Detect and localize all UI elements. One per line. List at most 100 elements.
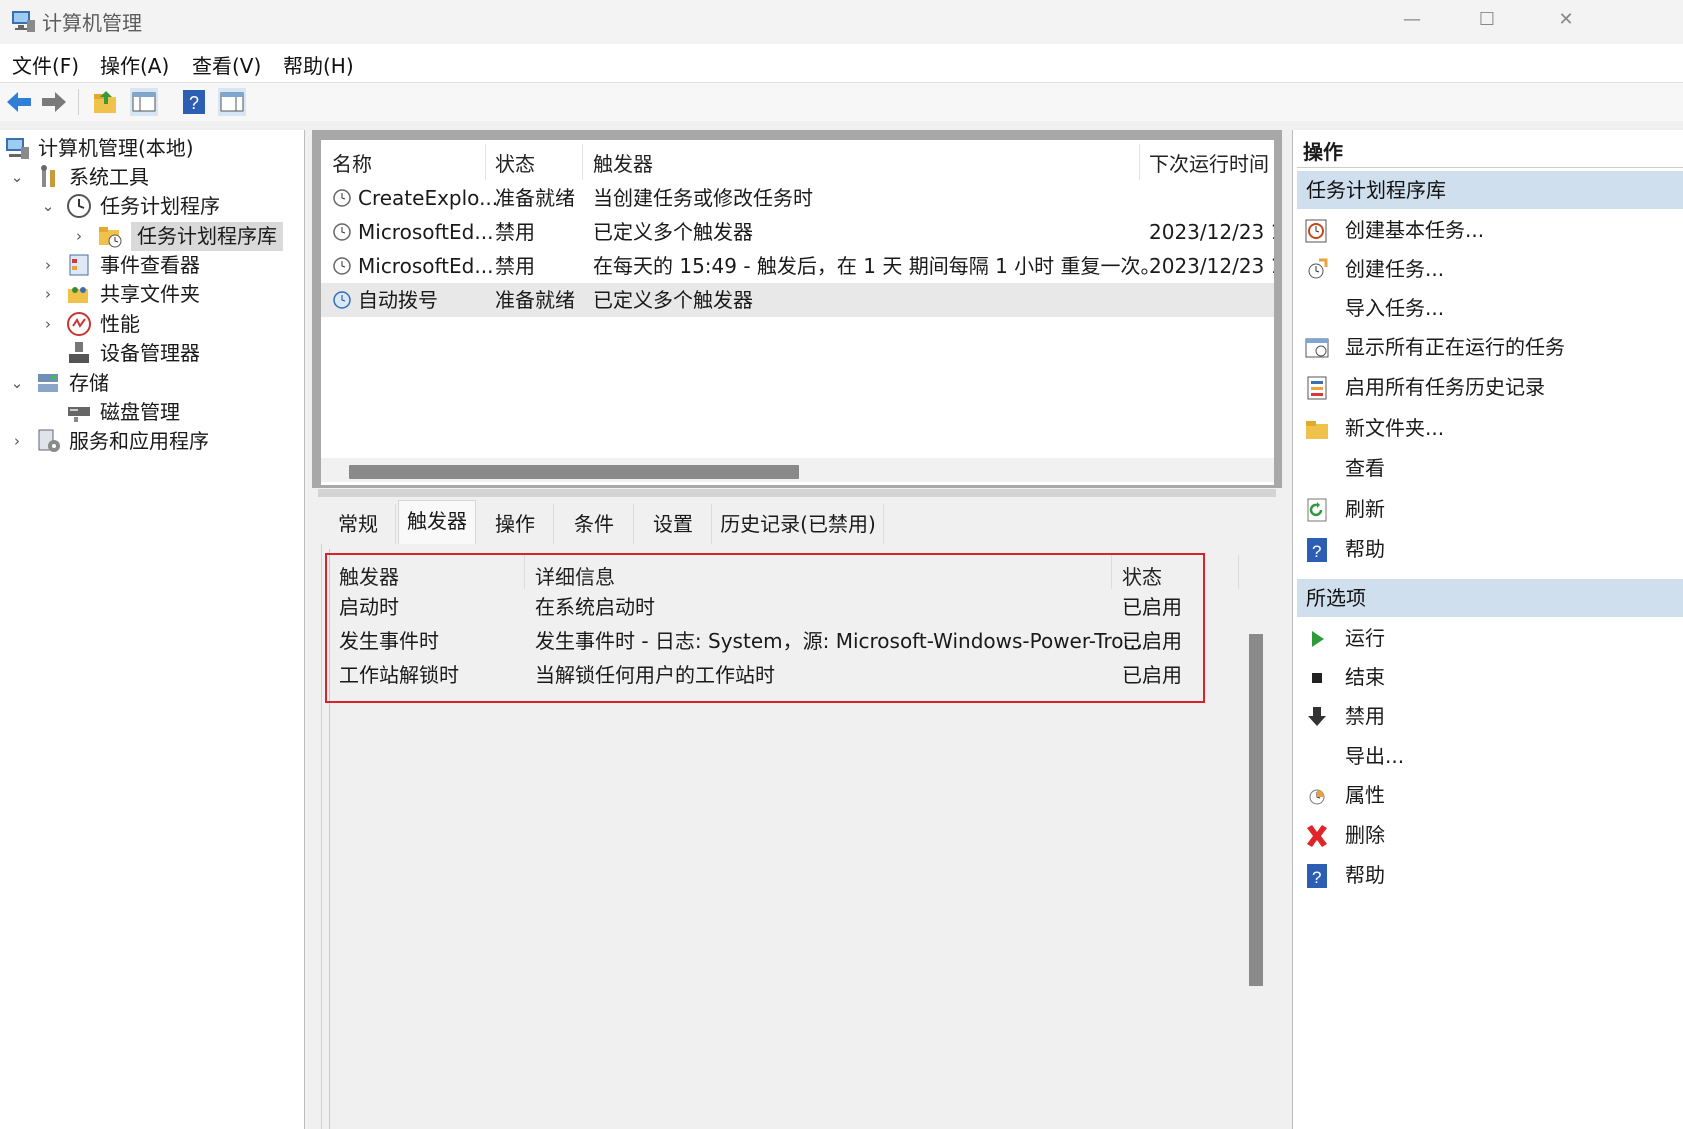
column-header-status[interactable]: 状态: [495, 148, 535, 177]
action-disable[interactable]: 禁用: [1293, 696, 1683, 736]
action-show-running-tasks[interactable]: 显示所有正在运行的任务: [1293, 327, 1683, 367]
computer-management-icon: [6, 138, 29, 159]
action-export[interactable]: 导出...: [1293, 736, 1683, 776]
tab-bar: 常规 触发器 操作 条件 设置 历史记录(已禁用): [321, 500, 1276, 545]
svg-text:?: ?: [1312, 542, 1321, 561]
menu-file[interactable]: 文件(F): [12, 50, 79, 79]
vertical-scrollbar-thumb[interactable]: [1249, 634, 1263, 986]
create-task-icon: [1308, 258, 1328, 279]
tree-item-label: 磁盘管理: [100, 400, 180, 424]
help-icon[interactable]: ?: [180, 88, 208, 116]
tree-item-shared-folders[interactable]: › 共享文件夹: [0, 280, 300, 309]
minimize-button[interactable]: —: [1382, 0, 1442, 40]
show-hide-action-pane-icon[interactable]: [218, 88, 246, 116]
tree-item-services-applications[interactable]: › 服务和应用程序: [0, 427, 300, 456]
stop-icon: [1312, 673, 1322, 683]
tree-item-storage[interactable]: ⌄ 存储: [0, 369, 300, 398]
action-help[interactable]: ? 帮助: [1293, 529, 1683, 569]
task-status: 禁用: [495, 220, 535, 244]
column-header-trigger[interactable]: 触发器: [593, 148, 653, 177]
tab-general[interactable]: 常规: [321, 504, 396, 544]
task-trigger: 当创建任务或修改任务时: [593, 186, 813, 210]
up-folder-icon[interactable]: [92, 88, 120, 116]
tree-item-label: 存储: [69, 371, 109, 395]
menu-action[interactable]: 操作(A): [100, 50, 169, 79]
column-separator[interactable]: [1139, 144, 1140, 180]
column-separator[interactable]: [582, 144, 583, 180]
tree-item-task-scheduler[interactable]: ⌄ 任务计划程序: [0, 192, 300, 221]
action-import-task[interactable]: 导入任务...: [1293, 288, 1683, 328]
tree-item-computer-management[interactable]: 计算机管理(本地): [0, 134, 300, 163]
action-enable-task-history[interactable]: 启用所有任务历史记录: [1293, 367, 1683, 407]
tree-item-task-scheduler-library[interactable]: › 任务计划程序库: [0, 222, 300, 251]
column-separator[interactable]: [1238, 555, 1239, 589]
action-delete[interactable]: 删除: [1293, 815, 1683, 855]
clock-icon: [333, 291, 351, 309]
horizontal-scrollbar-thumb[interactable]: [349, 465, 799, 479]
performance-icon: [67, 312, 91, 336]
clock-icon: [333, 257, 351, 275]
action-end[interactable]: 结束: [1293, 657, 1683, 697]
table-row[interactable]: 自动拨号 准备就绪 已定义多个触发器: [321, 283, 1274, 317]
tree-item-event-viewer[interactable]: › 事件查看器: [0, 251, 300, 280]
chevron-right-icon[interactable]: ›: [41, 310, 55, 339]
table-row[interactable]: MicrosoftEd... 禁用 已定义多个触发器 2023/12/23 1: [321, 215, 1274, 249]
chevron-down-icon[interactable]: ⌄: [10, 163, 24, 192]
chevron-right-icon[interactable]: ›: [72, 222, 86, 251]
chevron-down-icon[interactable]: ⌄: [10, 369, 24, 398]
action-refresh[interactable]: 刷新: [1293, 489, 1683, 529]
disable-icon: [1308, 707, 1326, 726]
forward-arrow-icon[interactable]: [40, 88, 68, 116]
action-create-task[interactable]: 创建任务...: [1293, 249, 1683, 289]
tab-settings[interactable]: 设置: [635, 504, 712, 544]
tree-item-label: 共享文件夹: [100, 282, 200, 306]
shared-folder-icon: [68, 287, 88, 303]
tab-actions[interactable]: 操作: [477, 504, 554, 544]
history-icon: [1307, 376, 1327, 400]
tree-item-performance[interactable]: › 性能: [0, 310, 300, 339]
help-icon: ?: [1307, 538, 1327, 562]
action-label: 结束: [1345, 665, 1385, 689]
action-run[interactable]: 运行: [1293, 618, 1683, 658]
action-label: 启用所有任务历史记录: [1345, 375, 1545, 399]
task-name: MicrosoftEd...: [358, 220, 494, 244]
close-button[interactable]: ✕: [1536, 0, 1596, 40]
chevron-right-icon[interactable]: ›: [10, 427, 24, 456]
menu-help[interactable]: 帮助(H): [283, 50, 354, 79]
tab-history[interactable]: 历史记录(已禁用): [713, 504, 884, 544]
show-hide-tree-icon[interactable]: [130, 88, 158, 116]
table-row[interactable]: MicrosoftEd... 禁用 在每天的 15:49 - 触发后，在 1 天…: [321, 249, 1274, 283]
table-row[interactable]: CreateExplo... 准备就绪 当创建任务或修改任务时: [321, 181, 1274, 215]
run-icon: [1312, 631, 1324, 647]
column-header-next-run[interactable]: 下次运行时间: [1149, 148, 1269, 177]
pane-splitter[interactable]: [318, 489, 1276, 497]
title-bar: 计算机管理 — ☐ ✕: [0, 0, 1683, 44]
chevron-right-icon[interactable]: ›: [41, 251, 55, 280]
maximize-button[interactable]: ☐: [1457, 0, 1517, 40]
menu-view[interactable]: 查看(V): [192, 50, 261, 79]
back-arrow-icon[interactable]: [5, 88, 33, 116]
tree-item-disk-management[interactable]: 磁盘管理: [0, 398, 300, 427]
task-status: 准备就绪: [495, 186, 575, 210]
tab-triggers[interactable]: 触发器: [398, 500, 476, 545]
action-new-folder[interactable]: 新文件夹...: [1293, 408, 1683, 448]
chevron-right-icon[interactable]: ›: [41, 280, 55, 309]
section-task-library[interactable]: 任务计划程序库: [1297, 171, 1683, 209]
action-help-selected[interactable]: ? 帮助: [1293, 855, 1683, 895]
folder-clock-icon: [99, 227, 122, 248]
actions-header: 操作: [1303, 140, 1343, 164]
column-header-name[interactable]: 名称: [332, 148, 372, 177]
action-view[interactable]: 查看: [1293, 448, 1683, 488]
highlight-annotation-box: [325, 553, 1205, 703]
tab-conditions[interactable]: 条件: [555, 504, 634, 544]
action-create-basic-task[interactable]: 创建基本任务...: [1293, 210, 1683, 250]
tree-item-label: 设备管理器: [100, 341, 200, 365]
column-separator[interactable]: [485, 144, 486, 180]
task-name: CreateExplo...: [358, 186, 499, 210]
tree-item-device-manager[interactable]: 设备管理器: [0, 339, 300, 368]
chevron-down-icon[interactable]: ⌄: [41, 192, 55, 221]
tree-item-system-tools[interactable]: ⌄ 系统工具: [0, 163, 300, 192]
tree-item-label: 性能: [100, 312, 140, 336]
action-properties[interactable]: 属性: [1293, 775, 1683, 815]
section-selected-item[interactable]: 所选项: [1297, 579, 1683, 617]
